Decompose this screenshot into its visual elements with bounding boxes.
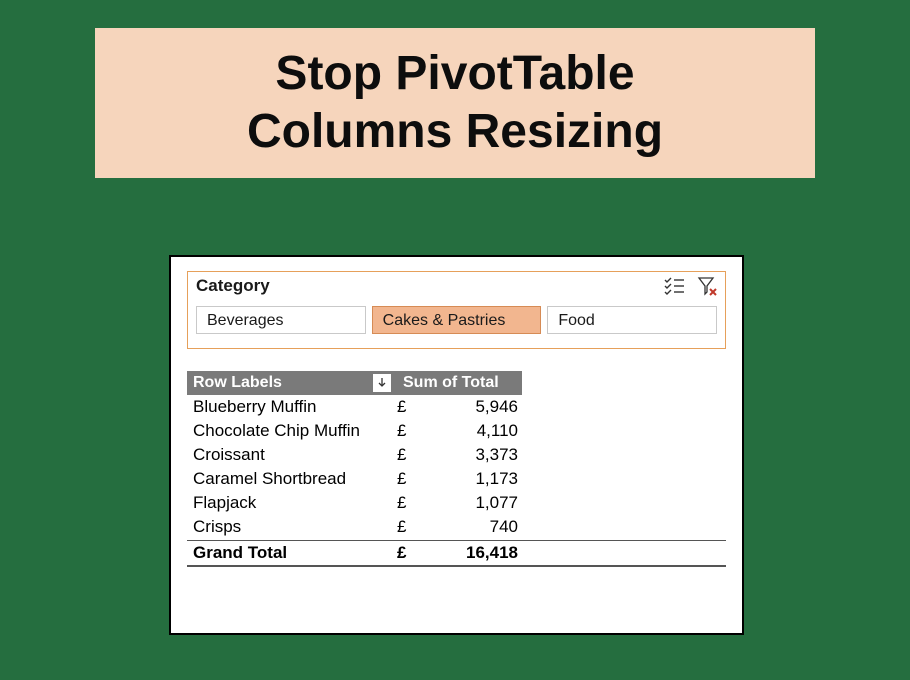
title-line-2: Columns Resizing [247, 105, 663, 158]
slicer-title: Category [196, 276, 663, 296]
currency-symbol: £ [397, 397, 422, 417]
sort-dropdown-icon[interactable] [373, 374, 391, 392]
slicer-item-beverages[interactable]: Beverages [196, 306, 366, 334]
multiselect-icon[interactable] [663, 277, 685, 295]
slicer-icon-group [663, 276, 717, 296]
row-label: Croissant [193, 445, 397, 465]
table-row: Caramel Shortbread £ 1,173 [187, 467, 726, 491]
row-label: Blueberry Muffin [193, 397, 397, 417]
table-row: Blueberry Muffin £ 5,946 [187, 395, 726, 419]
row-value: 5,946 [422, 397, 522, 417]
pivot-panel: Category [169, 255, 744, 635]
row-value: 1,077 [422, 493, 522, 513]
title-text: Stop PivotTable Columns Resizing [247, 45, 663, 160]
row-value: 740 [422, 517, 522, 537]
currency-symbol: £ [397, 493, 422, 513]
slicer-item-food[interactable]: Food [547, 306, 717, 334]
row-label: Flapjack [193, 493, 397, 513]
table-row: Chocolate Chip Muffin £ 4,110 [187, 419, 726, 443]
currency-symbol: £ [397, 421, 422, 441]
header-row-labels[interactable]: Row Labels [187, 371, 397, 395]
row-value: 3,373 [422, 445, 522, 465]
row-value: 1,173 [422, 469, 522, 489]
table-row: Croissant £ 3,373 [187, 443, 726, 467]
grand-total-row: Grand Total £ 16,418 [187, 540, 726, 567]
currency-symbol: £ [397, 445, 422, 465]
pivot-header-row: Row Labels Sum of Total [187, 371, 726, 395]
grand-total-label: Grand Total [193, 543, 397, 563]
slicer-header: Category [188, 272, 725, 306]
header-sum-of-total[interactable]: Sum of Total [397, 371, 522, 395]
header-row-labels-text: Row Labels [193, 374, 282, 392]
clear-filter-icon[interactable] [697, 276, 717, 296]
row-label: Crisps [193, 517, 397, 537]
row-label: Chocolate Chip Muffin [193, 421, 397, 441]
pivot-table: Row Labels Sum of Total Blueberry Muffin… [187, 371, 726, 567]
slicer-buttons: Beverages Cakes & Pastries Food [188, 306, 725, 334]
category-slicer: Category [187, 271, 726, 349]
title-line-1: Stop PivotTable [275, 47, 634, 100]
currency-symbol: £ [397, 517, 422, 537]
currency-symbol: £ [397, 543, 422, 563]
pivot-body: Blueberry Muffin £ 5,946 Chocolate Chip … [187, 395, 726, 567]
row-value: 4,110 [422, 421, 522, 441]
grand-total-value: 16,418 [422, 543, 522, 563]
table-row: Flapjack £ 1,077 [187, 491, 726, 515]
slicer-item-cakes-pastries[interactable]: Cakes & Pastries [372, 306, 542, 334]
currency-symbol: £ [397, 469, 422, 489]
row-label: Caramel Shortbread [193, 469, 397, 489]
table-row: Crisps £ 740 [187, 515, 726, 540]
title-banner: Stop PivotTable Columns Resizing [95, 28, 815, 178]
